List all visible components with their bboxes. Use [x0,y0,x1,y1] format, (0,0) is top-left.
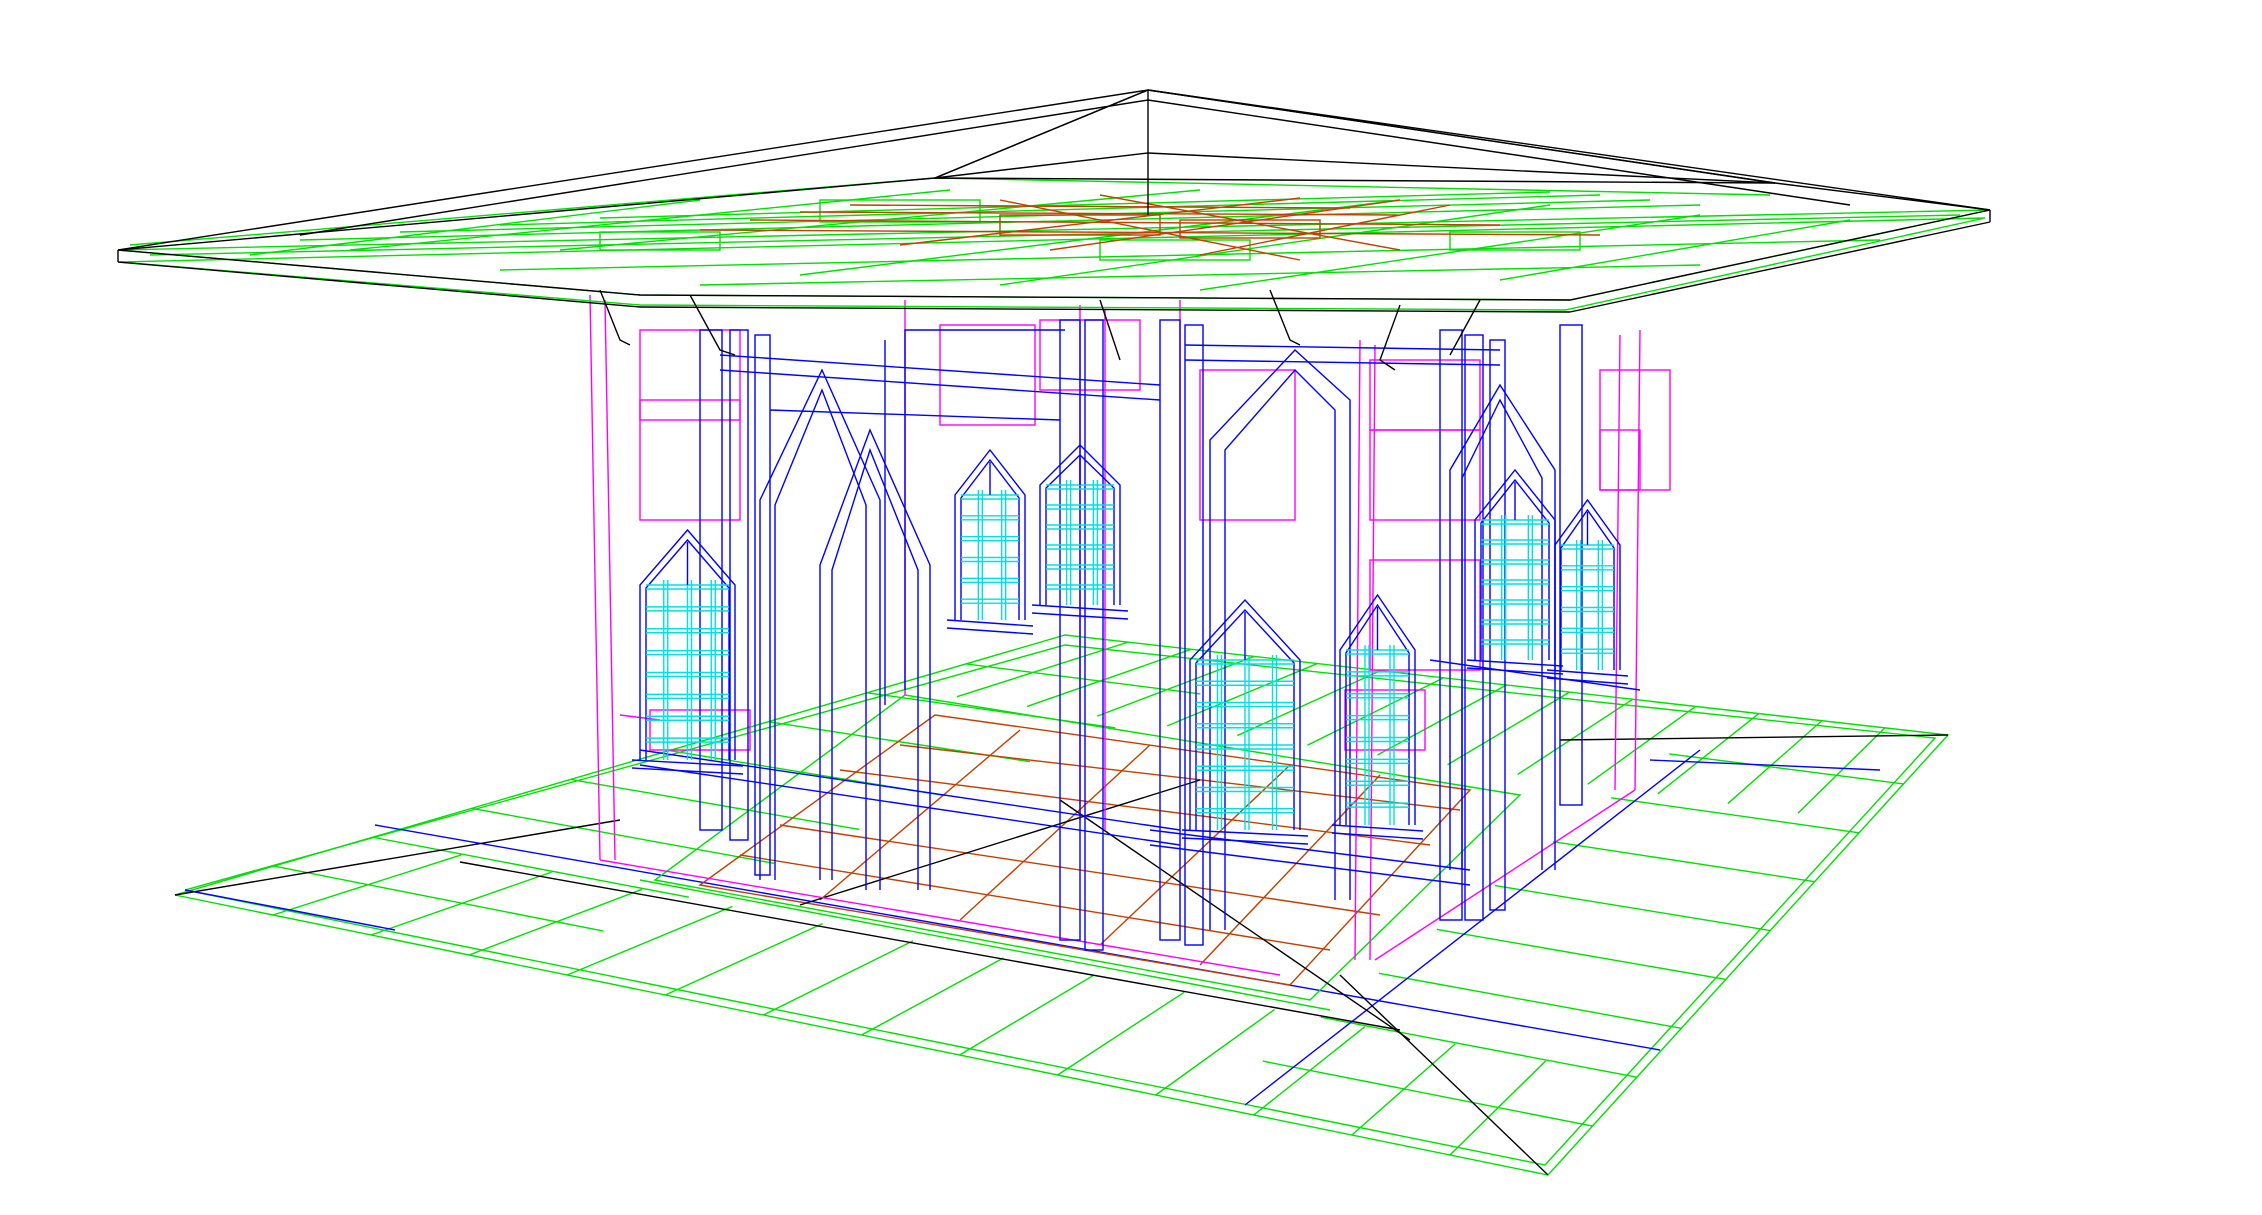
ground-grid-line [1727,720,1823,805]
ground-grid-line [1155,1008,1275,1096]
ground-grid-line [1447,691,1570,766]
roof-structure [117,177,1991,311]
gothic-window [631,528,744,775]
gothic-window [1331,593,1424,840]
ground-grid-line [1436,928,1726,981]
gothic-windows [631,444,1629,845]
window-sill [1181,837,1309,845]
window-sill [1466,667,1564,675]
ground-grid-line [567,905,733,976]
ground-grid-line [1307,677,1444,746]
window-sill [631,767,744,775]
gothic-window [946,448,1034,635]
ground-plinth [174,634,1950,1176]
ground-grid-line [1378,972,1682,1030]
ground-grid-line [1262,1060,1593,1127]
ground-grid-line [966,663,1201,695]
wireframe-scene [117,89,1991,1176]
ground-grid-line [763,940,914,1016]
gothic-window [1181,598,1309,845]
window-sill [1181,829,1309,837]
cad-viewport[interactable] [0,0,2262,1215]
ground-grid-line [1026,648,1192,708]
ground-grid-line [1494,884,1771,932]
ground-grid-line [1552,840,1815,883]
ground-grid-line [665,923,823,996]
window-sill [946,619,1034,627]
ground-grid-line [1611,797,1860,834]
ground-axes [184,749,1881,1106]
gothic-window [1466,468,1564,675]
ground-grid-line [1057,991,1185,1076]
ground-grid-line [861,957,1004,1036]
ground-grid-line [959,974,1095,1056]
ground-grid-line [1320,1016,1638,1078]
window-sill [1466,659,1564,667]
window-sill [1331,824,1424,832]
ground-grid-line [471,807,775,865]
window-sill [946,627,1034,635]
ground-grid-line [1797,727,1886,814]
